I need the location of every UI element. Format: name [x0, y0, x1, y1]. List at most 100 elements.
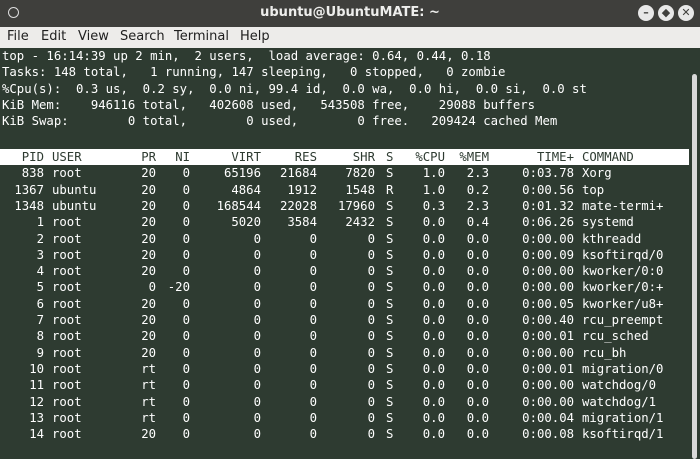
cell-pid: 6	[36, 296, 44, 311]
scrollbar-thumb[interactable]	[692, 74, 697, 459]
menu-bar: File Edit View Search Terminal Help	[0, 27, 700, 48]
process-row: 6 root 20 0 0 0 0 S 0.0 0.0 0:00.05 kworker/u8+	[0, 296, 689, 312]
cell-shr: 0	[367, 329, 375, 344]
process-row: 13 root rt 0 0 0 0 S 0.0 0.0 0:00.04 migration/1	[0, 410, 689, 426]
process-row: 10 root rt 0 0 0 0 S 0.0 0.0 0:00.01 migration/0	[0, 361, 689, 377]
cell-mem: 0.4	[466, 215, 489, 230]
cell-time: 0:00.00	[522, 264, 574, 279]
cell-ni: 0	[182, 313, 190, 327]
cell-ni: 0	[182, 198, 190, 213]
cell-command: rcu_preempt	[582, 313, 664, 327]
cell-command: kthreadd	[582, 231, 642, 246]
cell-pid: 10	[29, 361, 44, 376]
summary-swap-line: KiB Swap: 0 total, 0 used, 0 free. 20942…	[2, 114, 558, 129]
cell-mem: 0.0	[466, 313, 489, 327]
cell-ni: 0	[182, 394, 190, 409]
cell-mem: 0.0	[466, 296, 489, 311]
cell-ni: 0	[182, 345, 190, 360]
menu-view[interactable]: View	[78, 29, 109, 44]
cell-mem: 2.3	[466, 198, 489, 213]
close-icon[interactable]: ✕	[678, 5, 694, 21]
cell-ni: 0	[182, 231, 190, 246]
cell-ni: 0	[182, 247, 190, 262]
cell-ni: 0	[182, 410, 190, 425]
cell-time: 0:01.32	[522, 198, 574, 213]
cell-pid: 1348	[14, 198, 44, 213]
cell-pid: 9	[36, 345, 44, 360]
cell-ni: 0	[182, 378, 190, 393]
process-row: 3 root 20 0 0 0 0 S 0.0 0.0 0:00.09 ksoftirqd/0	[0, 247, 689, 263]
cell-command: systemd	[582, 215, 634, 230]
cell-command: migration/1	[582, 410, 664, 425]
menu-edit[interactable]: Edit	[41, 29, 66, 44]
menu-file[interactable]: File	[7, 29, 29, 44]
cell-command: top	[582, 182, 605, 197]
cell-command: rcu_sched	[582, 329, 649, 344]
window-title: ubuntu@UbuntuMATE: ~	[260, 5, 440, 20]
cell-command: ksoftirqd/0	[582, 247, 664, 262]
column-header-shr: SHR	[352, 150, 375, 164]
cell-shr: 0	[367, 394, 375, 409]
cell-time: 0:00.00	[522, 345, 574, 360]
summary-cpu-line: %Cpu(s): 0.3 us, 0.2 sy, 0.0 ni, 99.4 id…	[2, 81, 587, 96]
process-row: 7 root 20 0 0 0 0 S 0.0 0.0 0:00.40 rcu_preempt	[0, 312, 689, 328]
process-row: 1 root 20 0 5020 3584 2432 S 0.0 0.4 0:06.26 system…	[0, 214, 689, 230]
cell-ni: 0	[182, 166, 190, 181]
cell-mem: 0.0	[466, 329, 489, 344]
cell-ni: 0	[182, 264, 190, 279]
column-header-mem: %MEM	[459, 150, 489, 164]
cell-shr: 7820	[345, 166, 375, 181]
process-row: 12 root rt 0 0 0 0 S 0.0 0.0 0:00.00 watchdog/1	[0, 394, 689, 410]
cell-time: 0:00.01	[522, 361, 574, 376]
cell-pid: 4	[36, 264, 44, 279]
cell-shr: 0	[367, 345, 375, 360]
process-row: 1367 ubuntu 20 0 4864 1912 1548 R 1.0 0.2 0:00.56 t…	[0, 182, 689, 198]
column-header-time: TIME+	[536, 150, 574, 164]
column-header-command: COMMAND	[582, 150, 634, 164]
process-row: 1348 ubuntu 20 0 168544 22028 17960 S 0.3 2.3 0:01…	[0, 198, 689, 214]
cell-shr: 0	[367, 296, 375, 311]
summary-uptime-line: top - 16:14:39 up 2 min, 2 users, load a…	[2, 49, 491, 63]
menu-help[interactable]: Help	[240, 29, 270, 44]
cell-pid: 14	[29, 427, 44, 442]
cell-pid: 1367	[14, 182, 44, 197]
cell-ni: 0	[182, 215, 190, 230]
cell-time: 0:00.00	[522, 378, 574, 393]
column-headers: PID USER PR NI VIRT RES SHR S %CPU %MEM TIME+ COMMA…	[0, 149, 689, 165]
cell-pid: 11	[29, 378, 44, 393]
menu-search[interactable]: Search	[120, 29, 165, 44]
cell-command: migration/0	[582, 361, 664, 376]
cell-command: kworker/0:+	[582, 280, 664, 295]
title-bar[interactable]: ubuntu@UbuntuMATE: ~ – ◆ ✕	[0, 0, 700, 27]
menu-terminal[interactable]: Terminal	[174, 29, 229, 44]
cell-shr: 0	[367, 427, 375, 442]
cell-mem: 2.3	[466, 166, 489, 181]
terminal-output[interactable]: top - 16:14:39 up 2 min, 2 users, load a…	[0, 48, 689, 459]
cell-time: 0:00.40	[522, 313, 574, 327]
maximize-icon[interactable]: ◆	[658, 5, 674, 21]
cell-command: mate-termi+	[582, 198, 664, 213]
cell-pid: 1	[36, 215, 44, 230]
cell-time: 0:00.04	[522, 410, 574, 425]
cell-mem: 0.0	[466, 280, 489, 295]
cell-mem: 0.0	[466, 427, 489, 442]
column-header-ni: NI	[175, 150, 190, 164]
cell-ni: 0	[182, 361, 190, 376]
process-row: 11 root rt 0 0 0 0 S 0.0 0.0 0:00.00 watchdog/0	[0, 377, 689, 393]
process-row: 4 root 20 0 0 0 0 S 0.0 0.0 0:00.00 kworker/0:0	[0, 263, 689, 279]
cell-mem: 0.0	[466, 345, 489, 360]
cell-command: ksoftirqd/1	[582, 427, 664, 442]
cell-shr: 17960	[337, 198, 375, 213]
process-row: 14 root 20 0 0 0 0 S 0.0 0.0 0:00.08 ksoftirqd/1	[0, 426, 689, 442]
cell-time: 0:00.00	[522, 394, 574, 409]
cell-time: 0:00.05	[522, 296, 574, 311]
process-row: 2 root 20 0 0 0 0 S 0.0 0.0 0:00.00 kthreadd	[0, 231, 689, 247]
minimize-icon[interactable]: –	[638, 5, 654, 21]
cell-time: 0:00.09	[522, 247, 574, 262]
cell-command: Xorg	[582, 166, 612, 181]
cell-ni: 0	[182, 427, 190, 442]
cell-ni: 0	[182, 329, 190, 344]
column-header-pid: PID	[21, 150, 44, 164]
cell-pid: 13	[29, 410, 44, 425]
cell-time: 0:00.01	[522, 329, 574, 344]
